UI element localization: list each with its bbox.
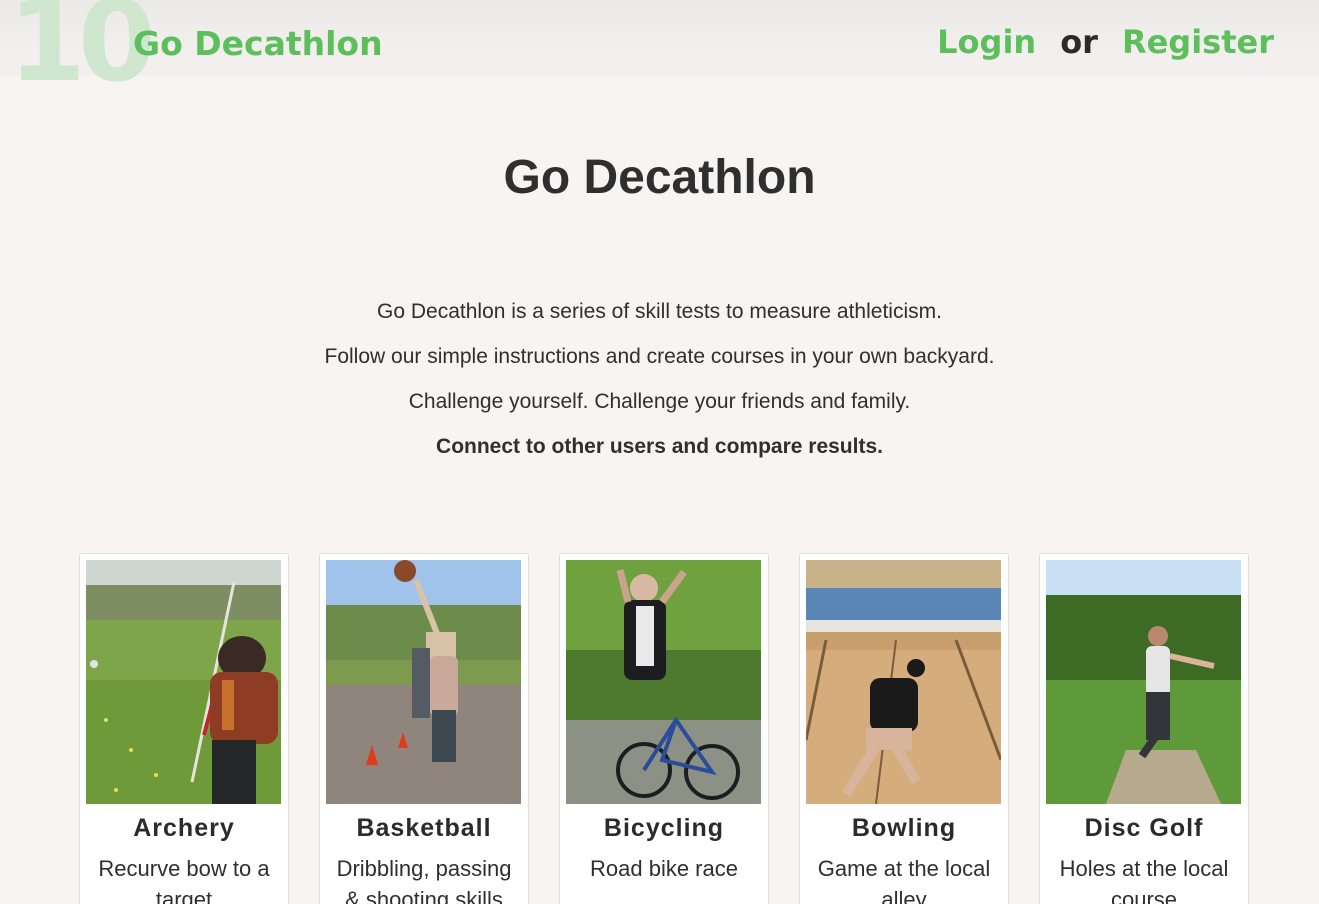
intro-bold-line: Connect to other users and compare resul… [436,435,883,458]
intro-text: Go Decathlon is a series of skill tests … [0,289,1319,469]
page: 10 Go Decathlon Login or Register Go Dec… [0,0,1319,904]
login-link[interactable]: Login [937,26,1036,58]
or-separator: or [1060,23,1098,61]
auth-links: Login or Register [937,26,1274,58]
event-description: Holes at the local course [1059,856,1229,904]
event-description: Game at the local alley [817,856,991,904]
page-title: Go Decathlon [503,151,816,204]
event-name: Archery [133,814,235,842]
event-description: Road bike race [590,856,738,881]
intro-line: Follow our simple instructions and creat… [324,345,995,368]
logo-ten-mark: 10 [8,0,156,107]
brand-link[interactable]: Go Decathlon [133,27,383,60]
event-card-bowling[interactable]: Bowling Game at the local alley [799,553,1009,904]
top-navigation-bar: 10 Go Decathlon Login or Register [0,0,1319,98]
event-card-archery[interactable]: Archery Recurve bow to a target [79,553,289,904]
event-description: Dribbling, passing & shooting skills [336,856,512,904]
event-card-bicycling[interactable]: Bicycling Road bike race [559,553,769,904]
event-name: Bowling [851,814,957,842]
register-link[interactable]: Register [1122,26,1274,58]
event-name: Bicycling [603,814,725,842]
archery-photo [86,560,281,804]
event-name: Basketball [356,814,492,842]
event-card-basketball[interactable]: Basketball Dribbling, passing & shooting… [319,553,529,904]
event-cards: Archery Recurve bow to a target Basketba… [79,553,1249,904]
event-name: Disc Golf [1084,814,1204,842]
bicycling-photo [566,560,761,804]
event-card-disc-golf[interactable]: Disc Golf Holes at the local course [1039,553,1249,904]
event-description: Recurve bow to a target [98,856,270,904]
disc-golf-photo [1046,560,1241,804]
intro-line: Go Decathlon is a series of skill tests … [377,300,942,323]
bowling-photo [806,560,1001,804]
basketball-photo [326,560,521,804]
intro-line: Challenge yourself. Challenge your frien… [408,390,911,413]
